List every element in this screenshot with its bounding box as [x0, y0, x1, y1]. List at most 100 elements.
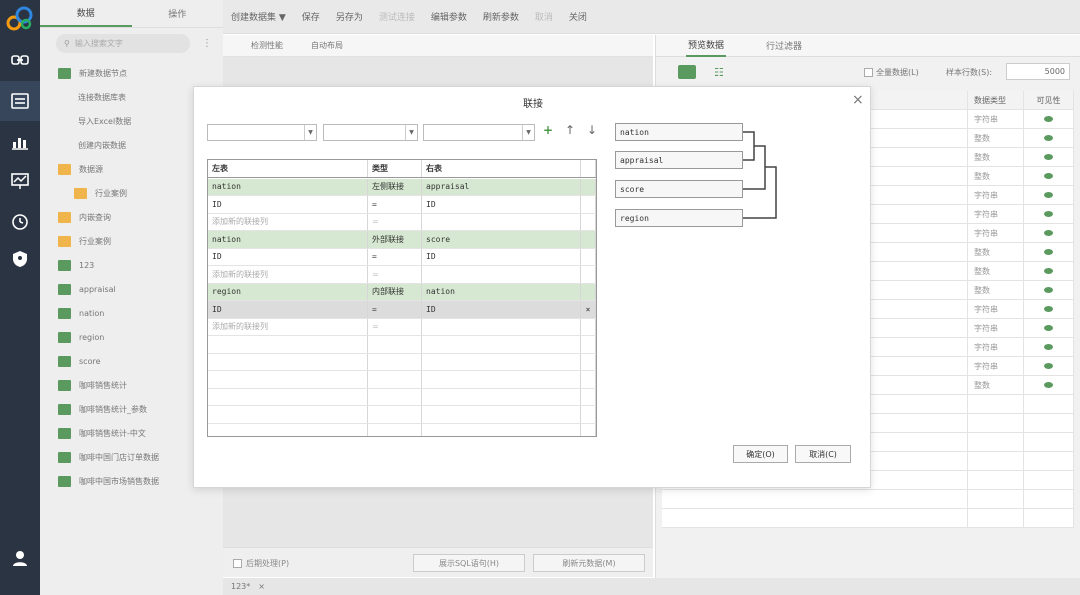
join-group-row[interactable]: nation 左侧联接 appraisal [208, 178, 596, 196]
add-join-column-row[interactable]: 添加新的联接列 = [208, 318, 596, 336]
join-condition-row[interactable]: ID = ID [208, 196, 596, 214]
auto-layout-button[interactable]: 自动布局 [311, 40, 343, 51]
cancel-button[interactable]: 取消 [535, 10, 553, 23]
visibility-cell[interactable] [1024, 148, 1074, 166]
delete-icon[interactable] [581, 248, 596, 265]
connection-icon[interactable] [0, 40, 40, 80]
delete-icon[interactable]: × [581, 301, 596, 318]
table-node[interactable]: score [615, 180, 743, 198]
add-join-column-row[interactable]: 添加新的联接列 = [208, 213, 596, 231]
eye-icon[interactable] [1044, 230, 1053, 236]
join-group-row[interactable]: nation 外部联接 score [208, 231, 596, 249]
eye-icon[interactable] [1044, 173, 1053, 179]
tab-preview-data[interactable]: 预览数据 [686, 34, 727, 57]
schedule-clock-icon[interactable] [0, 201, 40, 241]
delete-icon[interactable] [581, 231, 596, 248]
join-condition-row[interactable]: ID = ID × [208, 301, 596, 319]
close-icon[interactable]: × [852, 92, 864, 108]
visibility-cell[interactable] [1024, 281, 1074, 299]
full-data-checkbox[interactable]: 全量数据(L) [864, 67, 919, 78]
tree-item[interactable]: 新建数据节点 [40, 61, 223, 85]
tab-close-icon[interactable]: × [258, 582, 265, 591]
dashboard-icon[interactable] [0, 161, 40, 201]
edit-params-button[interactable]: 编辑参数 [431, 10, 467, 23]
delete-icon[interactable] [581, 406, 596, 423]
refresh-params-button[interactable]: 刷新参数 [483, 10, 519, 23]
add-join-column-row[interactable]: 添加新的联接列 = [208, 266, 596, 284]
left-table-select[interactable]: ▼ [207, 124, 317, 141]
visibility-cell[interactable] [1024, 452, 1074, 470]
list-view-icon[interactable]: ☷ [714, 66, 724, 79]
save-as-button[interactable]: 另存为 [336, 10, 363, 23]
check-performance-button[interactable]: 检测性能 [251, 40, 283, 51]
delete-icon[interactable] [581, 371, 596, 388]
visibility-cell[interactable] [1024, 243, 1074, 261]
sample-rows-input[interactable]: 5000 [1006, 63, 1070, 80]
move-up-icon[interactable]: ↑ [565, 123, 575, 137]
visibility-cell[interactable] [1024, 414, 1074, 432]
eye-icon[interactable] [1044, 344, 1053, 350]
visibility-cell[interactable] [1024, 129, 1074, 147]
delete-icon[interactable] [581, 423, 596, 436]
visibility-cell[interactable] [1024, 205, 1074, 223]
visibility-cell[interactable] [1024, 376, 1074, 394]
delete-icon[interactable] [581, 196, 596, 213]
visibility-cell[interactable] [1024, 357, 1074, 375]
eye-icon[interactable] [1044, 249, 1053, 255]
delete-icon[interactable] [581, 283, 596, 300]
delete-icon[interactable] [581, 388, 596, 405]
security-shield-icon[interactable] [0, 239, 40, 279]
search-input[interactable]: ⚲ 输入搜索文字 [56, 34, 190, 53]
visibility-cell[interactable] [1024, 338, 1074, 356]
tab-row-filter[interactable]: 行过滤器 [766, 39, 802, 52]
delete-icon[interactable] [581, 336, 596, 353]
eye-icon[interactable] [1044, 287, 1053, 293]
visibility-cell[interactable] [1024, 262, 1074, 280]
eye-icon[interactable] [1044, 211, 1053, 217]
delete-icon[interactable] [581, 266, 596, 283]
visibility-cell[interactable] [1024, 471, 1074, 489]
eye-icon[interactable] [1044, 268, 1053, 274]
visibility-cell[interactable] [1024, 319, 1074, 337]
visibility-cell[interactable] [1024, 300, 1074, 318]
close-button[interactable]: 关闭 [569, 10, 587, 23]
visibility-cell[interactable] [1024, 110, 1074, 128]
visibility-cell[interactable] [1024, 186, 1074, 204]
eye-icon[interactable] [1044, 116, 1053, 122]
grid-view-icon[interactable] [678, 65, 696, 79]
user-icon[interactable] [0, 538, 40, 578]
more-options-icon[interactable]: ⋮ [202, 38, 212, 49]
join-type-select[interactable]: ▼ [323, 124, 418, 141]
refresh-metadata-button[interactable]: 刷新元数据(M) [533, 554, 645, 572]
test-connection-button[interactable]: 测试连接 [379, 10, 415, 23]
report-chart-icon[interactable] [0, 121, 40, 161]
delete-icon[interactable] [581, 353, 596, 370]
join-group-row[interactable]: region 内部联接 nation [208, 283, 596, 301]
tab-data[interactable]: 数据 [40, 0, 132, 27]
eye-icon[interactable] [1044, 154, 1053, 160]
dataset-icon[interactable] [0, 81, 40, 121]
visibility-cell[interactable] [1024, 224, 1074, 242]
table-node[interactable]: appraisal [615, 151, 743, 169]
delete-icon[interactable] [581, 318, 596, 335]
ok-button[interactable]: 确定(O) [733, 445, 788, 463]
eye-icon[interactable] [1044, 325, 1053, 331]
move-down-icon[interactable]: ↓ [587, 123, 597, 137]
eye-icon[interactable] [1044, 306, 1053, 312]
delete-icon[interactable] [581, 213, 596, 230]
visibility-cell[interactable] [1024, 509, 1074, 527]
visibility-cell[interactable] [1024, 490, 1074, 508]
post-processing-checkbox[interactable]: 后期处理(P) [233, 558, 289, 569]
eye-icon[interactable] [1044, 192, 1053, 198]
visibility-cell[interactable] [1024, 167, 1074, 185]
document-tab[interactable]: 123* [231, 582, 250, 591]
add-join-icon[interactable]: + [543, 123, 553, 137]
cancel-dialog-button[interactable]: 取消(C) [795, 445, 851, 463]
join-condition-row[interactable]: ID = ID [208, 248, 596, 266]
eye-icon[interactable] [1044, 382, 1053, 388]
delete-icon[interactable] [581, 178, 596, 195]
table-node[interactable]: nation [615, 123, 743, 141]
create-dataset-button[interactable]: 创建数据集 ▼ [231, 10, 286, 23]
visibility-cell[interactable] [1024, 395, 1074, 413]
right-table-select[interactable]: ▼ [423, 124, 535, 141]
